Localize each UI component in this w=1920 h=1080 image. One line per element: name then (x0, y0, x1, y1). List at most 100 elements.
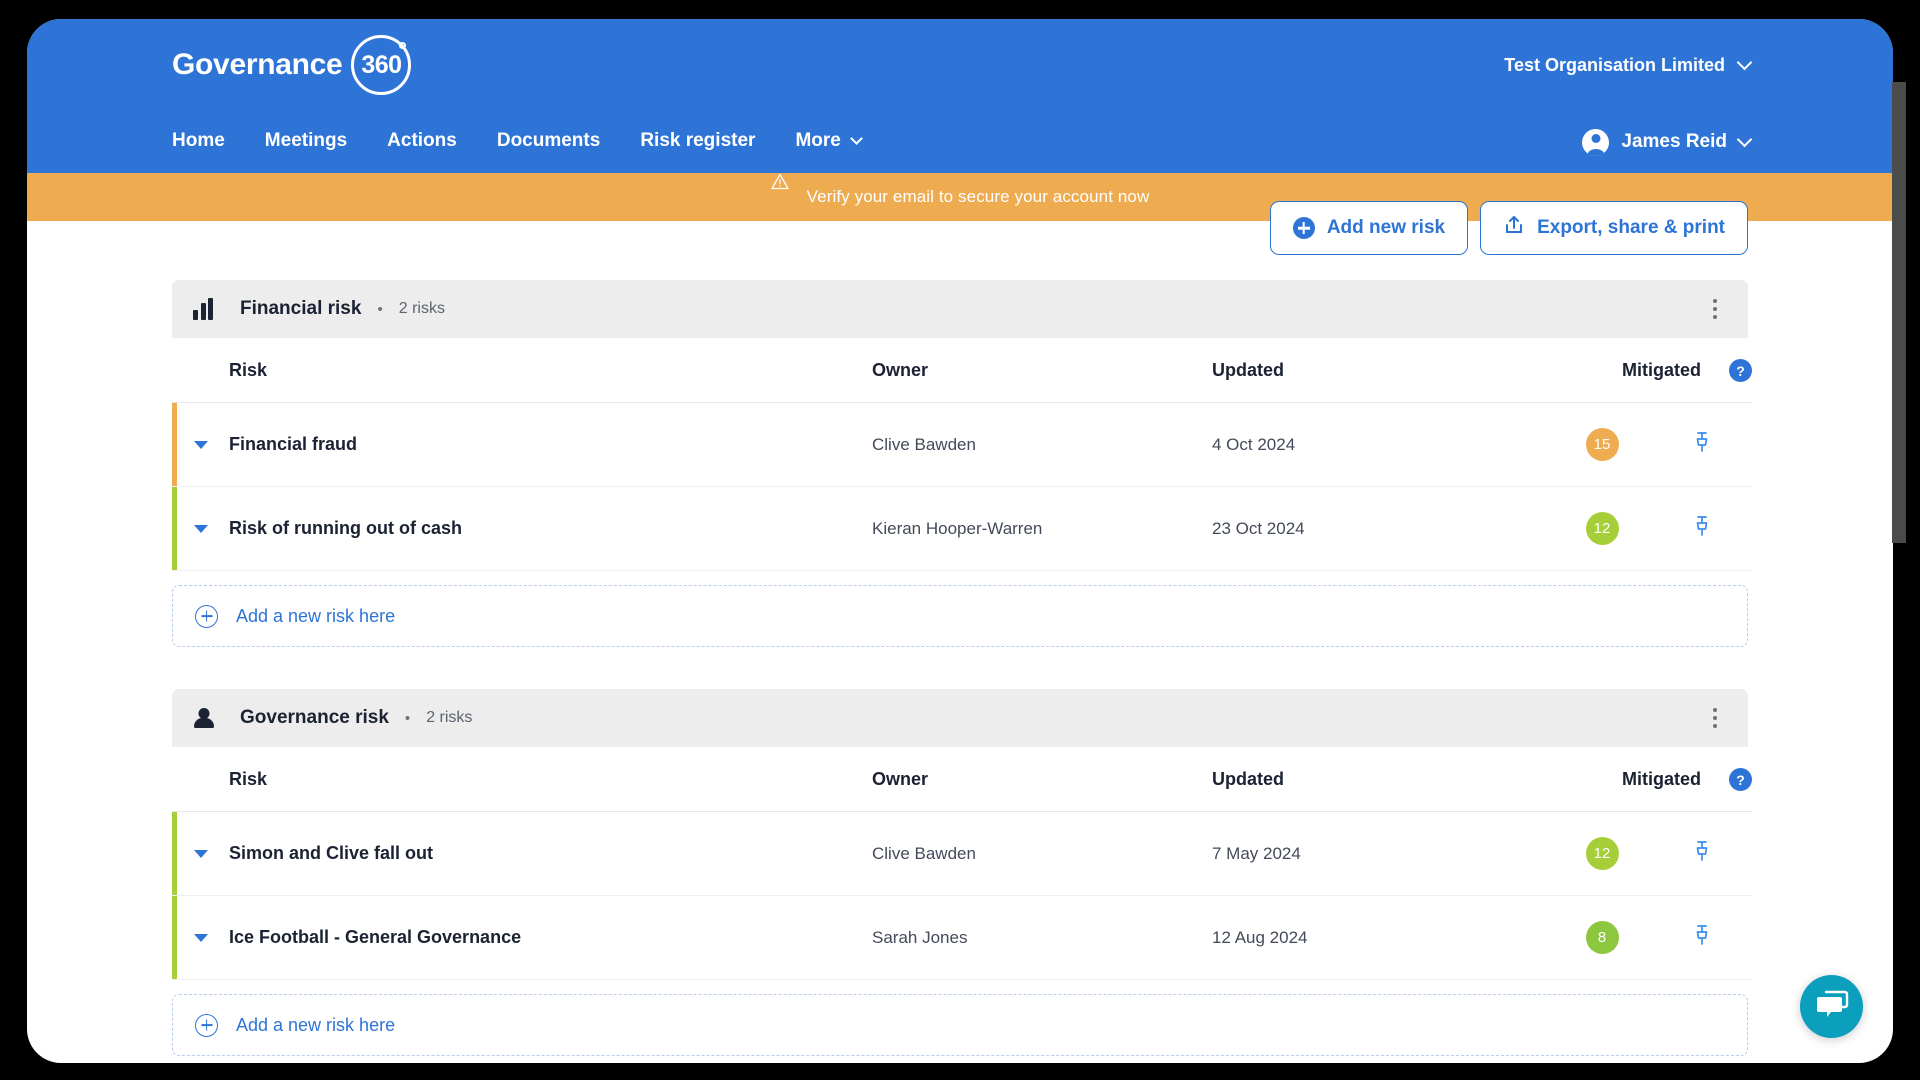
plus-circle-icon (1292, 217, 1315, 239)
updated-cell: 7 May 2024 (1212, 811, 1552, 896)
mitigated-label: Mitigated (1622, 769, 1701, 789)
chevron-down-icon (1736, 131, 1753, 147)
group-options-menu-icon[interactable] (1704, 706, 1726, 730)
bar-chart-icon (193, 298, 219, 320)
column-header-owner[interactable]: Owner (872, 338, 1212, 403)
column-header-risk[interactable]: Risk (172, 338, 872, 403)
page-toolbar: Add new risk Export, share & print (172, 173, 1748, 280)
main-nav: Home Meetings Actions Documents Risk reg… (172, 130, 863, 154)
column-header-mitigated: Mitigated ? (1552, 747, 1752, 812)
user-menu[interactable]: James Reid (1582, 128, 1753, 156)
updated-cell: 4 Oct 2024 (1212, 402, 1552, 487)
risk-name-cell: Risk of running out of cash (172, 486, 872, 571)
help-icon[interactable]: ? (1729, 768, 1752, 791)
owner-cell: Sarah Jones (872, 895, 1212, 980)
nav-label: More (795, 130, 841, 151)
table-row[interactable]: Financial fraud Clive Bawden 4 Oct 2024 … (172, 402, 1752, 487)
pin-icon[interactable] (1692, 840, 1712, 867)
logo-wordmark: Governance (172, 48, 343, 81)
nav-item-meetings[interactable]: Meetings (265, 130, 347, 154)
add-new-risk-inline-label: Add a new risk here (236, 1014, 396, 1035)
column-header-updated[interactable]: Updated (1212, 747, 1552, 812)
pin-icon[interactable] (1692, 431, 1712, 458)
pin-cell (1652, 486, 1752, 571)
page-content: Add new risk Export, share & print Finan… (27, 173, 1893, 1056)
logo-360-badge: 360 (351, 35, 412, 95)
column-header-risk[interactable]: Risk (172, 747, 872, 812)
pin-icon[interactable] (1692, 515, 1712, 542)
expand-row-icon[interactable] (194, 440, 208, 449)
severity-indicator (172, 896, 177, 979)
add-new-risk-inline-label: Add a new risk here (236, 605, 396, 626)
logo-360-text: 360 (361, 50, 402, 79)
updated-cell: 12 Aug 2024 (1212, 895, 1552, 980)
nav-item-home[interactable]: Home (172, 130, 225, 154)
group-options-menu-icon[interactable] (1704, 297, 1726, 321)
add-new-risk-inline[interactable]: Add a new risk here (172, 585, 1748, 647)
expand-row-icon[interactable] (194, 524, 208, 533)
add-new-risk-button[interactable]: Add new risk (1269, 201, 1469, 255)
plus-circle-outline-icon (195, 1013, 218, 1037)
mitigated-score-badge: 8 (1585, 921, 1619, 954)
owner-cell: Kieran Hooper-Warren (872, 486, 1212, 571)
mitigated-score-badge: 15 (1585, 428, 1619, 461)
plus-circle-outline-icon (195, 604, 218, 628)
org-name: Test Organisation Limited (1504, 54, 1725, 75)
degree-symbol-icon (399, 42, 407, 49)
table-header-row: Risk Owner Updated Mitigated ? (172, 338, 1752, 403)
nav-label: Risk register (640, 130, 756, 151)
risk-name-cell: Simon and Clive fall out (172, 811, 872, 896)
risk-table: Risk Owner Updated Mitigated ? (172, 747, 1752, 980)
nav-item-documents[interactable]: Documents (497, 130, 600, 154)
column-header-mitigated: Mitigated ? (1552, 338, 1752, 403)
help-icon[interactable]: ? (1729, 359, 1752, 382)
risk-name-cell: Ice Football - General Governance (172, 895, 872, 980)
nav-label: Documents (496, 130, 601, 151)
org-switcher[interactable]: Test Organisation Limited (1504, 54, 1753, 76)
pin-icon[interactable] (1692, 924, 1712, 951)
mitigated-score-badge: 12 (1585, 512, 1619, 545)
risk-name: Financial fraud (229, 434, 358, 454)
risk-name-cell: Financial fraud (172, 402, 872, 487)
group-header: Financial risk • 2 risks (172, 280, 1748, 338)
mitigated-score-badge: 12 (1585, 837, 1619, 870)
export-icon (1503, 214, 1525, 242)
chevron-down-icon (849, 131, 863, 145)
table-row[interactable]: Ice Football - General Governance Sarah … (172, 895, 1752, 980)
header-top-row: Governance 360 Test Organisation Limited (67, 19, 1853, 111)
updated-cell: 23 Oct 2024 (1212, 486, 1552, 571)
risk-name: Ice Football - General Governance (229, 927, 522, 947)
chevron-down-icon (1736, 54, 1753, 70)
risk-group-financial: Financial risk • 2 risks Risk Owner Upda… (172, 280, 1752, 647)
expand-row-icon[interactable] (194, 933, 208, 942)
avatar-icon (1582, 128, 1610, 156)
page-scrollbar-thumb[interactable] (1892, 82, 1906, 543)
mitigated-cell: 15 (1552, 402, 1652, 487)
export-share-print-button[interactable]: Export, share & print (1480, 201, 1748, 255)
nav-item-risk-register[interactable]: Risk register (640, 130, 755, 154)
risk-name: Risk of running out of cash (229, 518, 462, 538)
nav-label: Home (172, 130, 225, 151)
group-risk-count: 2 risks (426, 709, 473, 726)
nav-label: Meetings (264, 130, 348, 151)
add-new-risk-inline[interactable]: Add a new risk here (172, 994, 1748, 1056)
owner-cell: Clive Bawden (872, 402, 1212, 487)
nav-item-actions[interactable]: Actions (387, 130, 457, 154)
risk-group-governance: Governance risk • 2 risks Risk Owner Upd… (172, 689, 1752, 1056)
pin-cell (1652, 402, 1752, 487)
column-header-owner[interactable]: Owner (872, 747, 1212, 812)
add-new-risk-label: Add new risk (1326, 217, 1446, 238)
governance360-logo[interactable]: Governance 360 (172, 35, 412, 95)
app-header: Governance 360 Test Organisation Limited… (27, 19, 1893, 221)
expand-row-icon[interactable] (194, 849, 208, 858)
mitigated-cell: 12 (1552, 486, 1652, 571)
column-header-updated[interactable]: Updated (1212, 338, 1552, 403)
nav-item-more[interactable]: More (795, 130, 863, 154)
group-separator: • (404, 709, 411, 727)
severity-indicator (172, 812, 177, 895)
table-row[interactable]: Simon and Clive fall out Clive Bawden 7 … (172, 811, 1752, 896)
table-row[interactable]: Risk of running out of cash Kieran Hoope… (172, 486, 1752, 571)
chat-widget-button[interactable] (1800, 975, 1863, 1038)
app-window: Governance 360 Test Organisation Limited… (27, 19, 1893, 1063)
group-header: Governance risk • 2 risks (172, 689, 1748, 747)
